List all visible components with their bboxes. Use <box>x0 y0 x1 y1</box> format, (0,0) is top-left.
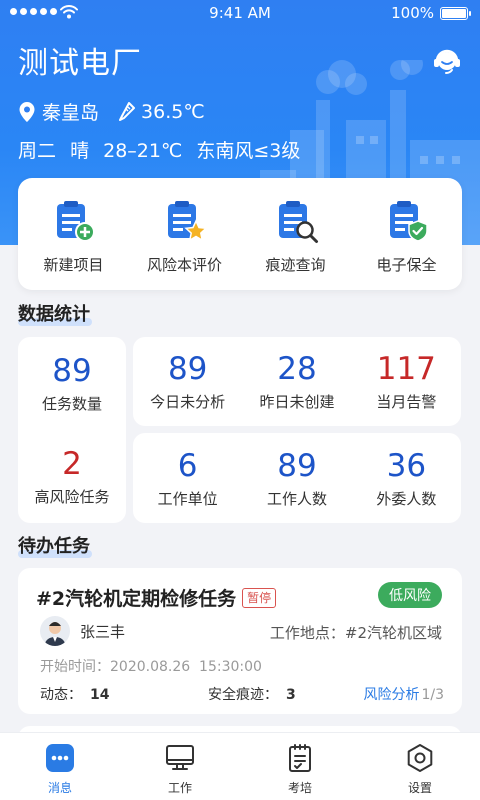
status-badge: 暂停 <box>242 588 277 608</box>
stat-value: 89 <box>277 447 317 484</box>
stats-section-title: 数据统计 <box>18 304 92 326</box>
battery-percent: 100% <box>391 4 434 22</box>
weather-wind: 东南风≤3级 <box>196 140 301 162</box>
task-person: 张三丰 <box>40 616 125 646</box>
task-title: #2汽轮机定期检修任务 暂停 <box>36 584 277 611</box>
clipboard-star-icon <box>167 201 208 242</box>
quick-action-label: 电子保全 <box>376 256 437 274</box>
trace-label: 安全痕迹： <box>208 687 278 703</box>
todo-section-title: 待办任务 <box>18 536 92 558</box>
stat-value: 2 <box>62 446 82 482</box>
stat-value: 36 <box>386 447 427 484</box>
weather-day: 周二 <box>18 140 57 162</box>
tab-work[interactable]: 工作 <box>120 733 240 800</box>
stat-value: 89 <box>167 351 208 387</box>
start-time: 开始时间：2020.08.26 15:30:00 <box>40 656 262 676</box>
risk-analysis-pager: 风险分析 1/3 <box>363 684 444 704</box>
task-card[interactable]: #2汽轮机定期检修任务 暂停 低风险 张三丰 工作地点：#2汽轮机区域 开始时间：… <box>18 568 462 714</box>
stat-workers[interactable]: 89 工作人数 <box>242 433 351 523</box>
stat-yesterday-uncreated[interactable]: 28 昨日未创建 <box>242 337 351 426</box>
stat-month-alerts[interactable]: 117 当月告警 <box>352 337 461 426</box>
work-location-value: #2汽轮机区域 <box>344 624 442 642</box>
message-icon <box>46 744 74 772</box>
stat-outsourced[interactable]: 36 外委人数 <box>352 433 461 523</box>
risk-level-badge: 低风险 <box>378 582 442 608</box>
stat-label: 工作人数 <box>266 489 327 508</box>
stat-today-unanalyzed[interactable]: 89 今日未分析 <box>133 337 242 426</box>
work-location-label: 工作地点： <box>269 624 345 642</box>
stat-label: 工作单位 <box>157 489 218 508</box>
stat-label: 昨日未创建 <box>259 393 335 411</box>
page-indicator: 1/3 <box>421 687 444 703</box>
person-name: 张三丰 <box>80 622 126 641</box>
weather-condition: 晴 <box>70 140 90 162</box>
plant-name: 测试电厂 <box>18 46 142 81</box>
checklist-icon <box>289 744 311 772</box>
tab-label: 考培 <box>287 781 312 795</box>
dynamic-label: 动态： <box>40 687 82 703</box>
avatar <box>40 616 70 646</box>
stat-label: 当月告警 <box>376 393 437 411</box>
work-location: 工作地点：#2汽轮机区域 <box>270 622 442 643</box>
weather-row: 周二 晴 28–21℃ 东南风≤3级 <box>18 136 308 163</box>
quick-action-e-preservation[interactable]: 电子保全 <box>351 178 462 290</box>
stat-value: 117 <box>376 351 436 387</box>
risk-analysis-link[interactable]: 风险分析 <box>363 687 419 703</box>
monitor-icon <box>166 745 194 770</box>
hexagon-settings-icon <box>407 744 433 772</box>
stat-work-units[interactable]: 6 工作单位 <box>133 433 242 523</box>
tab-messages[interactable]: 消息 <box>0 733 120 800</box>
dynamic-value: 14 <box>90 687 110 703</box>
trace-value: 3 <box>286 687 296 703</box>
status-bar: 9:41 AM 100% <box>0 0 480 26</box>
location-text: 秦皇岛 <box>42 102 100 124</box>
temperature: 36.5℃ <box>117 101 205 123</box>
stat-value: 89 <box>52 353 92 389</box>
temperature-value: 36.5℃ <box>141 100 205 123</box>
bottom-tab-bar: 消息 工作 考培 设置 <box>0 732 480 800</box>
clipboard-plus-icon <box>56 201 95 242</box>
clipboard-search-icon <box>278 201 318 243</box>
trace-count: 安全痕迹： 3 <box>208 684 296 704</box>
stats-left-card: 89 任务数量 2 高风险任务 <box>18 337 126 523</box>
stat-value: 28 <box>277 351 317 387</box>
quick-action-label: 痕迹查询 <box>265 256 326 274</box>
quick-action-risk-evaluation[interactable]: 风险本评价 <box>129 178 240 290</box>
tab-label: 消息 <box>47 781 72 795</box>
stat-label: 高风险任务 <box>34 488 110 506</box>
stat-value: 6 <box>177 447 198 484</box>
stat-label: 外委人数 <box>376 489 437 508</box>
stat-high-risk[interactable]: 2 高风险任务 <box>18 430 126 523</box>
thermometer-icon <box>119 101 136 121</box>
start-time-label: 开始时间： <box>40 659 110 675</box>
start-time-value: 2020.08.26 15:30:00 <box>110 659 262 675</box>
stat-label: 今日未分析 <box>150 393 226 411</box>
dynamic-count: 动态： 14 <box>40 684 109 704</box>
quick-action-label: 新建项目 <box>43 256 104 274</box>
tab-label: 工作 <box>167 781 192 795</box>
tab-settings[interactable]: 设置 <box>360 733 480 800</box>
stat-label: 任务数量 <box>41 395 102 413</box>
quick-action-new-project[interactable]: 新建项目 <box>18 178 129 290</box>
location-pin-icon <box>19 101 35 122</box>
stats-top-card: 89 今日未分析 28 昨日未创建 117 当月告警 <box>133 337 461 426</box>
customer-service-icon[interactable] <box>432 46 462 76</box>
tab-label: 设置 <box>407 781 432 795</box>
quick-action-label: 风险本评价 <box>146 256 222 274</box>
location-row: 秦皇岛 36.5℃ <box>18 98 205 125</box>
battery-icon <box>440 7 471 20</box>
stats-bottom-card: 6 工作单位 89 工作人数 36 外委人数 <box>133 433 461 523</box>
stat-task-count[interactable]: 89 任务数量 <box>18 337 126 430</box>
clipboard-shield-icon <box>389 201 428 242</box>
task-title-text: #2汽轮机定期检修任务 <box>36 588 237 610</box>
quick-action-trace-query[interactable]: 痕迹查询 <box>240 178 351 290</box>
weather-range: 28–21℃ <box>103 140 183 162</box>
tab-training[interactable]: 考培 <box>240 733 360 800</box>
quick-actions-card: 新建项目 风险本评价 痕迹查询 电子保全 <box>18 178 462 290</box>
